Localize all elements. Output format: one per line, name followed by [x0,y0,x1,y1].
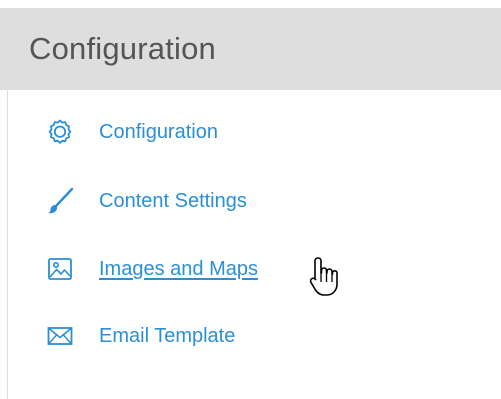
menu-item-label: Images and Maps [99,258,258,280]
menu-item-email-template[interactable]: Email Template [45,316,235,356]
menu-item-configuration[interactable]: Configuration [45,112,218,152]
menu-item-label: Configuration [99,121,218,143]
menu-item-content-settings[interactable]: Content Settings [45,181,247,221]
panel-left-border [7,90,8,399]
hand-pointer-icon [308,255,348,299]
menu-item-label: Email Template [99,325,236,347]
image-icon [45,254,75,284]
gear-icon [45,117,75,147]
envelope-icon [45,321,75,351]
configuration-panel: Configuration Configuration Content Sett… [0,0,501,399]
menu-item-label: Content Settings [99,190,247,212]
paintbrush-icon [45,186,75,216]
panel-title: Configuration [29,31,216,66]
menu-item-images-and-maps[interactable]: Images and Maps [45,249,258,289]
panel-header: Configuration [0,8,501,90]
